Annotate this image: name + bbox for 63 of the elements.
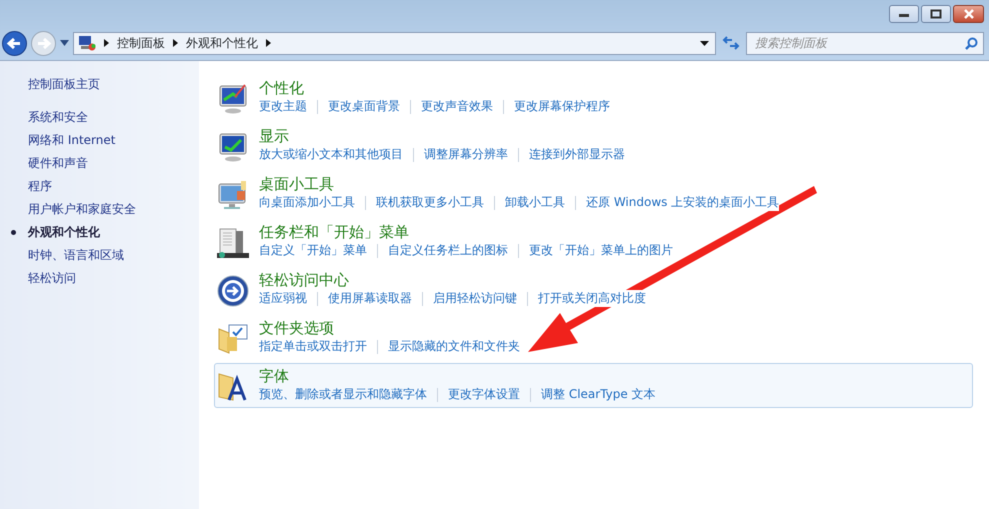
folder-checklist-icon[interactable] xyxy=(217,323,249,355)
search-field[interactable]: 搜索控制面板 xyxy=(746,32,984,54)
sidebar-link[interactable]: 网络和 Internet xyxy=(28,129,199,152)
sidebar-link[interactable]: 外观和个性化 xyxy=(28,221,199,244)
minimize-icon xyxy=(898,11,910,17)
task-link[interactable]: 自定义任务栏上的图标 xyxy=(388,242,508,259)
selection-dot xyxy=(11,230,16,235)
task-link[interactable]: 卸载小工具 xyxy=(505,194,565,211)
sidebar-link[interactable]: 控制面板主页 xyxy=(28,73,199,96)
maximize-button[interactable] xyxy=(921,5,951,23)
chevron-icon[interactable] xyxy=(266,39,271,47)
close-button[interactable] xyxy=(953,5,984,23)
dropdown-icon[interactable] xyxy=(700,40,709,46)
sidebar-link[interactable]: 程序 xyxy=(28,175,199,198)
category-title-link[interactable]: 字体 xyxy=(259,367,289,385)
display-monitor-icon[interactable] xyxy=(217,131,249,163)
taskbar-icon[interactable] xyxy=(217,227,249,259)
task-link[interactable]: 更改「开始」菜单上的图片 xyxy=(529,242,673,259)
task-link[interactable]: 更改声音效果 xyxy=(421,98,493,115)
sidebar-link[interactable]: 用户帐户和家庭安全 xyxy=(28,198,199,221)
breadcrumb-link[interactable]: 外观和个性化 xyxy=(186,34,258,52)
task-link[interactable]: 调整 ClearType 文本 xyxy=(541,386,656,403)
category-title-link[interactable]: 任务栏和「开始」菜单 xyxy=(259,223,409,241)
font-folder-icon[interactable] xyxy=(217,371,249,403)
task-link[interactable]: 显示隐藏的文件和文件夹 xyxy=(388,338,520,355)
category-title-link[interactable]: 轻松访问中心 xyxy=(259,271,349,289)
task-link[interactable]: 更改主题 xyxy=(259,98,307,115)
breadcrumb-link[interactable]: 控制面板 xyxy=(117,34,165,52)
task-link[interactable]: 还原 Windows 上安装的桌面小工具 xyxy=(586,194,780,211)
back-icon[interactable] xyxy=(2,30,27,56)
task-link[interactable]: 更改屏幕保护程序 xyxy=(514,98,610,115)
accessibility-icon[interactable] xyxy=(217,275,249,307)
task-link[interactable]: 指定单击或双击打开 xyxy=(259,338,367,355)
chevron-icon[interactable] xyxy=(173,39,178,47)
sidebar-link[interactable]: 硬件和声音 xyxy=(28,152,199,175)
task-link[interactable]: 联机获取更多小工具 xyxy=(376,194,484,211)
category-title-link[interactable]: 个性化 xyxy=(259,79,304,97)
address-bar[interactable]: 控制面板 外观和个性化 xyxy=(73,32,716,54)
category-title-link[interactable]: 显示 xyxy=(259,127,289,145)
task-link[interactable]: 自定义「开始」菜单 xyxy=(259,242,367,259)
task-link[interactable]: 使用屏幕读取器 xyxy=(328,290,412,307)
task-link[interactable]: 更改桌面背景 xyxy=(328,98,400,115)
sidebar-link[interactable]: 系统和安全 xyxy=(28,106,199,129)
search-icon[interactable] xyxy=(964,36,978,50)
task-link[interactable]: 打开或关闭高对比度 xyxy=(538,290,646,307)
task-link[interactable]: 连接到外部显示器 xyxy=(529,146,625,163)
sidebar-link[interactable]: 时钟、语言和区域 xyxy=(28,244,199,267)
chevron-icon[interactable] xyxy=(104,39,109,47)
sidebar-link[interactable]: 轻松访问 xyxy=(28,267,199,290)
task-link[interactable]: 放大或缩小文本和其他项目 xyxy=(259,146,403,163)
category-title-link[interactable]: 文件夹选项 xyxy=(259,319,334,337)
control-panel-icon xyxy=(78,35,96,51)
task-link[interactable]: 向桌面添加小工具 xyxy=(259,194,355,211)
task-link[interactable]: 预览、删除或者显示和隐藏字体 xyxy=(259,386,427,403)
maximize-icon xyxy=(930,9,942,19)
category-title-link[interactable]: 桌面小工具 xyxy=(259,175,334,193)
task-link[interactable]: 调整屏幕分辨率 xyxy=(424,146,508,163)
gadget-monitor-icon[interactable] xyxy=(217,179,249,211)
task-link[interactable]: 启用轻松访问键 xyxy=(433,290,517,307)
personalize-monitor-icon[interactable] xyxy=(217,83,249,115)
close-icon xyxy=(962,9,974,19)
task-link[interactable]: 更改字体设置 xyxy=(448,386,520,403)
minimize-button[interactable] xyxy=(889,5,919,23)
